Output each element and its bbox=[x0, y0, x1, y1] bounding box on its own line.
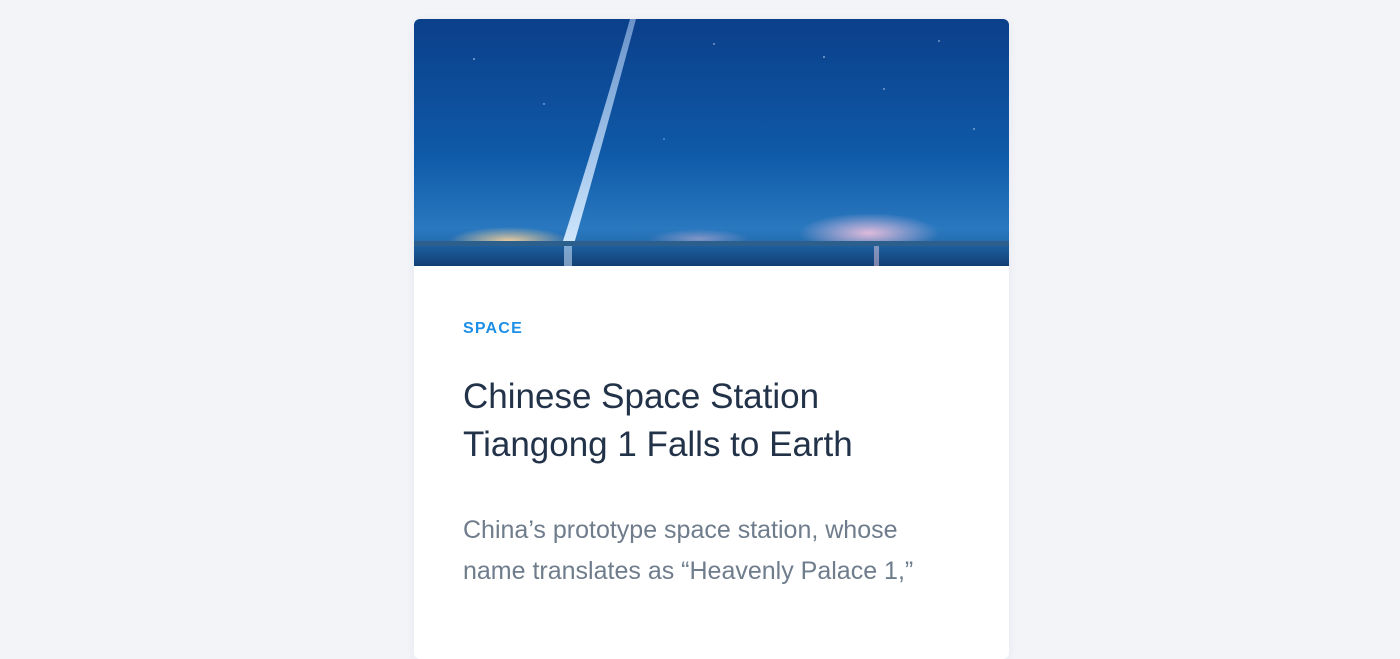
article-excerpt-line-2: name translates as “Heavenly Palace 1,” bbox=[463, 557, 914, 585]
article-category[interactable]: SPACE bbox=[463, 319, 963, 339]
article-title-line-1: Chinese Space Station bbox=[463, 377, 820, 416]
article-title[interactable]: Chinese Space Station Tiangong 1 Falls t… bbox=[463, 373, 963, 469]
article-excerpt: China’s prototype space station, whose n… bbox=[463, 510, 963, 592]
article-hero-image[interactable] bbox=[414, 19, 1009, 266]
article-title-line-2: Tiangong 1 Falls to Earth bbox=[463, 425, 853, 464]
article-card-body: SPACE Chinese Space Station Tiangong 1 F… bbox=[463, 319, 963, 592]
article-excerpt-line-1: China’s prototype space station, whose bbox=[463, 516, 898, 544]
article-card[interactable]: SPACE Chinese Space Station Tiangong 1 F… bbox=[414, 19, 1009, 659]
